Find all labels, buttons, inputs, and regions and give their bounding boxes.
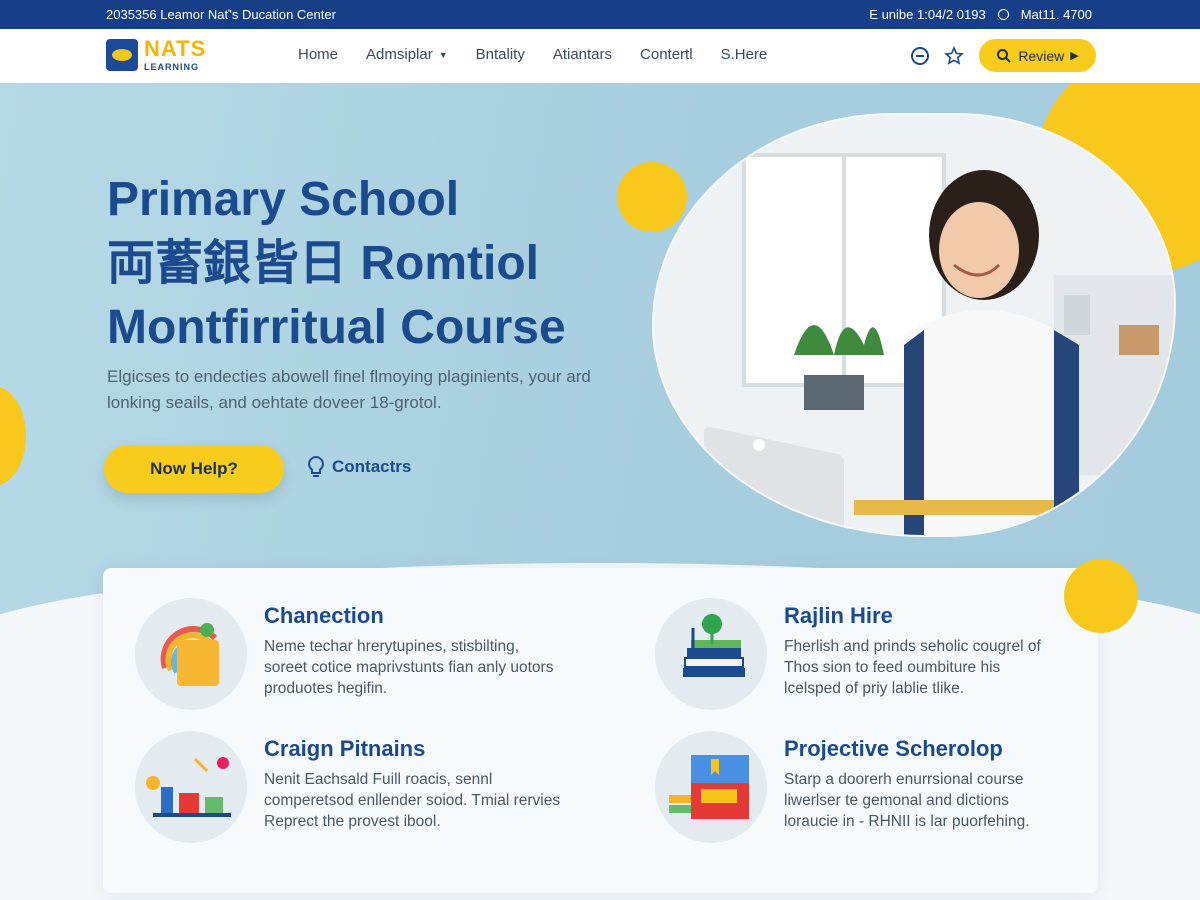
feature-title: Chanection (264, 603, 384, 628)
feature-line: Neme techar hrerytupines, stisbilting, (264, 638, 520, 655)
feature-line: Starp a doorerh enurrsional course (784, 771, 1024, 788)
feature-description: Nenit Eachsald Fuill roacis, sennl compe… (264, 769, 574, 832)
feature-title: Craign Pitnains (264, 736, 426, 761)
teacher-illustration (654, 115, 1174, 535)
chevron-down-icon: ▼ (438, 49, 448, 60)
feature-line: liwerlser te gemonal and dictions (784, 792, 1009, 809)
nav-item-label: S.Here (720, 46, 768, 63)
feature-description: Starp a doorerh enurrsional course liwer… (784, 769, 1094, 832)
top-info-right: E unibe 1:04/2 0193 Mat11. 4700 (869, 7, 1092, 22)
playground-icon (135, 731, 247, 843)
features-card: Chanection Neme techar hrerytupines, sti… (103, 568, 1098, 893)
feature-line: Reprect the provest ibool. (264, 813, 441, 830)
logo-text-secondary: LEARNING (144, 62, 199, 72)
nav-item-label: Bntality (475, 46, 525, 63)
site-logo[interactable]: NATS LEARNING (106, 36, 216, 73)
nav-icon-group (909, 45, 965, 67)
nav-item-contertl[interactable]: Contertl (640, 46, 693, 63)
feature-description: Fherlish and prinds seholic cougrel of T… (784, 636, 1094, 699)
hero-description-line: Elgicses to endecties abowell finel flmo… (107, 367, 591, 386)
feature-line: Thos sion to feed oumbiture his (784, 659, 1001, 676)
hero-title-line: Primary School (107, 173, 460, 226)
nav-item-label: Atiantars (552, 46, 613, 63)
feature-item[interactable]: Rajlin Hire Fherlish and prinds seholic … (655, 598, 1085, 718)
feature-line: loraucie in - RHNII is lar puorfehing. (784, 813, 1030, 830)
help-button[interactable]: Now Help? (104, 445, 284, 493)
feature-line: lcelsped of priy lablie tlike. (784, 680, 965, 697)
hero-description: Elgicses to endecties abowell finel flmo… (107, 364, 627, 416)
date-text: E unibe 1:04/2 0193 (869, 7, 986, 22)
phone-text: Mat11. 4700 (1020, 7, 1092, 22)
nav-item-label: Contertl (640, 46, 693, 63)
nav-item-home[interactable]: Home (298, 46, 338, 63)
hero-title: Primary School 両蓄銀皆日 Romtiol Montfirritu… (107, 168, 566, 360)
nav-item-admsiplar[interactable]: Admsiplar ▼ (366, 46, 448, 63)
feature-line: comperetsod enllender soiod. Tmial rervi… (264, 792, 561, 809)
teacher-photo (652, 113, 1176, 537)
chevron-right-icon: ▶ (1070, 50, 1079, 62)
feature-line: soreet cotice maprivstunts fian anly uot… (264, 659, 554, 676)
menu: Home Admsiplar ▼ Bntality Atiantars Conte… (298, 46, 795, 63)
logo-text-primary: NATS (144, 36, 207, 61)
review-button[interactable]: Review ▶ (979, 39, 1096, 72)
palette-icon (135, 598, 247, 710)
lightbulb-icon (308, 455, 324, 477)
hero-title-line: 両蓄銀皆日 Romtiol (107, 237, 539, 290)
contacts-link-label: Contactrs (332, 457, 412, 476)
main-navigation: NATS LEARNING Home Admsiplar ▼ Bntality A… (0, 29, 1200, 83)
feature-item[interactable]: Chanection Neme techar hrerytupines, sti… (135, 598, 565, 718)
top-info-bar: 2035356 Leamor Nať's Ducation Center E u… (0, 0, 1200, 29)
nav-item-label: Home (298, 46, 339, 63)
circle-icon (997, 9, 1009, 20)
nav-item-atiantars[interactable]: Atiantars (553, 46, 612, 63)
hero-title-line: Montfirritual Course (107, 301, 566, 354)
feature-line: Nenit Eachsald Fuill roacis, sennl (264, 771, 493, 788)
nav-item-bntality[interactable]: Bntality (476, 46, 525, 63)
feature-description: Neme techar hrerytupines, stisbilting, s… (264, 636, 574, 699)
feature-line: produotes hegifin. (264, 680, 388, 697)
feature-title: Rajlin Hire (784, 603, 893, 628)
certificate-icon (655, 731, 767, 843)
feature-title: Projective Scherolop (784, 736, 1003, 761)
decor-circle-card (1064, 559, 1138, 633)
feature-item[interactable]: Craign Pitnains Nenit Eachsald Fuill roa… (135, 731, 565, 851)
nav-item-label: Admsiplar (366, 46, 433, 63)
contacts-link[interactable]: Contactrs (306, 455, 411, 479)
hero-section: Primary School 両蓄銀皆日 Romtiol Montfirritu… (0, 83, 1200, 623)
center-name: 2035356 Leamor Nať's Ducation Center (106, 7, 336, 22)
feature-item[interactable]: Projective Scherolop Starp a doorerh enu… (655, 731, 1085, 851)
star-icon[interactable] (943, 45, 965, 67)
hero-description-line: lonking seails, and oehtate doveer 18-gr… (107, 393, 442, 412)
books-icon (655, 598, 767, 710)
review-button-label: Review (1018, 47, 1065, 64)
nav-item-shere[interactable]: S.Here (721, 46, 768, 63)
search-icon (997, 48, 1012, 63)
logo-emblem-icon (106, 39, 138, 71)
feature-line: Fherlish and prinds seholic cougrel of (784, 638, 1041, 655)
chat-icon[interactable] (909, 45, 931, 67)
